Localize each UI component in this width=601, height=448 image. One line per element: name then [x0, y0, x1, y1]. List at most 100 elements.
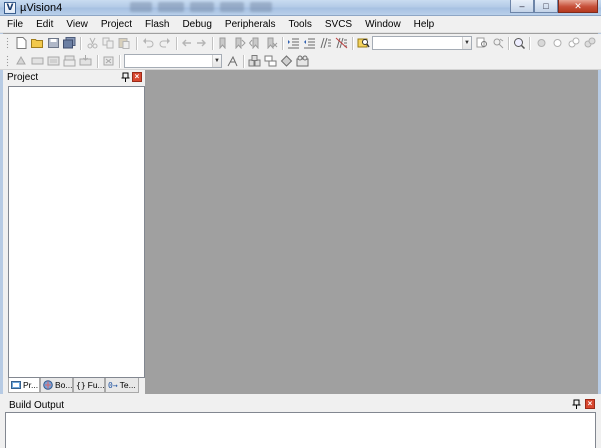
blurred-taskbar-strip [130, 2, 272, 14]
find-combobox[interactable]: ▼ [372, 36, 472, 50]
menu-debug[interactable]: Debug [175, 16, 217, 33]
next-bookmark-icon[interactable] [249, 37, 262, 49]
menu-window[interactable]: Window [358, 16, 407, 33]
toolbar-separator [136, 37, 137, 50]
build-output-text[interactable] [5, 412, 596, 448]
tab-functions[interactable]: {} Fu... [73, 378, 105, 393]
indent-icon[interactable] [287, 37, 300, 49]
tab-project[interactable]: Pr... [8, 378, 40, 393]
chevron-down-icon[interactable]: ▼ [212, 55, 221, 67]
debug-session-icon[interactable] [513, 37, 526, 49]
download-icon[interactable] [79, 55, 92, 67]
toolbar-separator [352, 37, 353, 50]
menu-peripherals[interactable]: Peripherals [218, 16, 282, 33]
pin-icon[interactable] [121, 72, 130, 82]
manage-project-items-icon[interactable] [280, 55, 293, 67]
menu-help[interactable]: Help [407, 16, 441, 33]
paste-icon[interactable] [118, 37, 131, 49]
tab-functions-label: Fu... [87, 380, 105, 390]
panel-close-icon[interactable]: × [132, 72, 142, 82]
open-folder-icon[interactable] [31, 37, 44, 49]
toolbar-separator [529, 37, 530, 50]
cut-icon[interactable] [86, 37, 99, 49]
copy-icon[interactable] [102, 37, 115, 49]
menu-file[interactable]: File [0, 16, 29, 33]
unindent-icon[interactable] [303, 37, 316, 49]
select-packs-icon[interactable] [296, 55, 309, 67]
navigate-back-icon[interactable] [180, 37, 193, 49]
books-tab-icon [43, 380, 53, 390]
stop-build-icon[interactable] [102, 55, 115, 67]
templates-tab-icon: 0→ [108, 380, 118, 390]
incremental-find-icon[interactable] [492, 37, 505, 49]
insert-bookmark-icon[interactable] [217, 37, 230, 49]
toolbar-grip[interactable] [6, 55, 9, 68]
build-icon[interactable] [31, 55, 44, 67]
editor-area[interactable] [147, 70, 597, 394]
toolbar-separator [176, 37, 177, 50]
menu-svcs[interactable]: SVCS [318, 16, 358, 33]
project-tab-icon [11, 381, 21, 389]
window-controls: – □ ✕ [510, 0, 598, 14]
project-panel: Project × Pr... Bo... {} Fu... 0→ Te... [3, 70, 145, 394]
menu-view[interactable]: View [59, 16, 94, 33]
close-button[interactable]: ✕ [558, 0, 598, 13]
title-bar[interactable]: V µVision4 – □ ✕ [0, 0, 601, 16]
menu-project[interactable]: Project [94, 16, 138, 33]
menu-flash[interactable]: Flash [138, 16, 175, 33]
project-panel-title: Project [7, 72, 39, 83]
toolbar-separator [282, 37, 283, 50]
file-toolbar: ▼ [0, 34, 601, 52]
build-output-panel: Build Output × [0, 397, 601, 448]
functions-tab-icon: {} [76, 380, 86, 390]
menu-tools[interactable]: Tools [282, 16, 318, 33]
minimize-button[interactable]: – [510, 0, 534, 13]
insert-breakpoint-icon[interactable] [535, 37, 548, 49]
tab-templates-label: Te... [119, 380, 136, 390]
project-panel-tabs: Pr... Bo... {} Fu... 0→ Te... [8, 378, 145, 394]
undo-icon[interactable] [142, 37, 155, 49]
menu-bar: File Edit View Project Flash Debug Perip… [0, 16, 601, 33]
select-target-combobox[interactable]: ▼ [124, 54, 222, 68]
enable-breakpoint-icon[interactable] [551, 37, 564, 49]
rebuild-icon[interactable] [47, 55, 60, 67]
toolbar-separator [212, 37, 213, 50]
panel-close-icon[interactable]: × [585, 399, 595, 409]
app-icon[interactable]: V [4, 2, 16, 14]
build-toolbar: ▼ [0, 52, 601, 70]
file-extensions-icon[interactable] [248, 55, 261, 67]
tab-project-label: Pr... [23, 380, 39, 390]
previous-bookmark-icon[interactable] [233, 37, 246, 49]
translate-icon[interactable] [15, 55, 28, 67]
project-panel-header: Project × [3, 70, 145, 85]
batch-build-icon[interactable] [63, 55, 76, 67]
navigate-forward-icon[interactable] [195, 37, 208, 49]
kill-all-breakpoints-icon[interactable] [583, 37, 596, 49]
find-icon[interactable] [476, 37, 489, 49]
toolbar-grip[interactable] [6, 37, 9, 50]
menu-edit[interactable]: Edit [29, 16, 59, 33]
maximize-button[interactable]: □ [534, 0, 558, 13]
toolbar-separator [119, 55, 120, 68]
project-tree[interactable] [8, 86, 145, 378]
window-title: µVision4 [20, 2, 63, 14]
comment-selection-icon[interactable] [319, 37, 332, 49]
find-in-files-icon[interactable] [357, 37, 370, 49]
toolbar-separator [508, 37, 509, 50]
chevron-down-icon[interactable]: ▼ [462, 37, 471, 49]
manage-components-icon[interactable] [264, 55, 277, 67]
toolbar-separator [80, 37, 81, 50]
tab-templates[interactable]: 0→ Te... [105, 378, 139, 393]
tab-books[interactable]: Bo... [40, 378, 73, 393]
redo-icon[interactable] [158, 37, 171, 49]
new-file-icon[interactable] [15, 37, 28, 49]
target-options-icon[interactable] [226, 55, 239, 67]
clear-bookmarks-icon[interactable] [265, 37, 278, 49]
toolbar-separator [97, 55, 98, 68]
save-icon[interactable] [47, 37, 60, 49]
save-all-icon[interactable] [63, 37, 76, 49]
uncomment-selection-icon[interactable] [335, 37, 348, 49]
disable-all-breakpoints-icon[interactable] [567, 37, 580, 49]
build-output-title: Build Output [9, 400, 65, 411]
pin-icon[interactable] [572, 399, 581, 409]
